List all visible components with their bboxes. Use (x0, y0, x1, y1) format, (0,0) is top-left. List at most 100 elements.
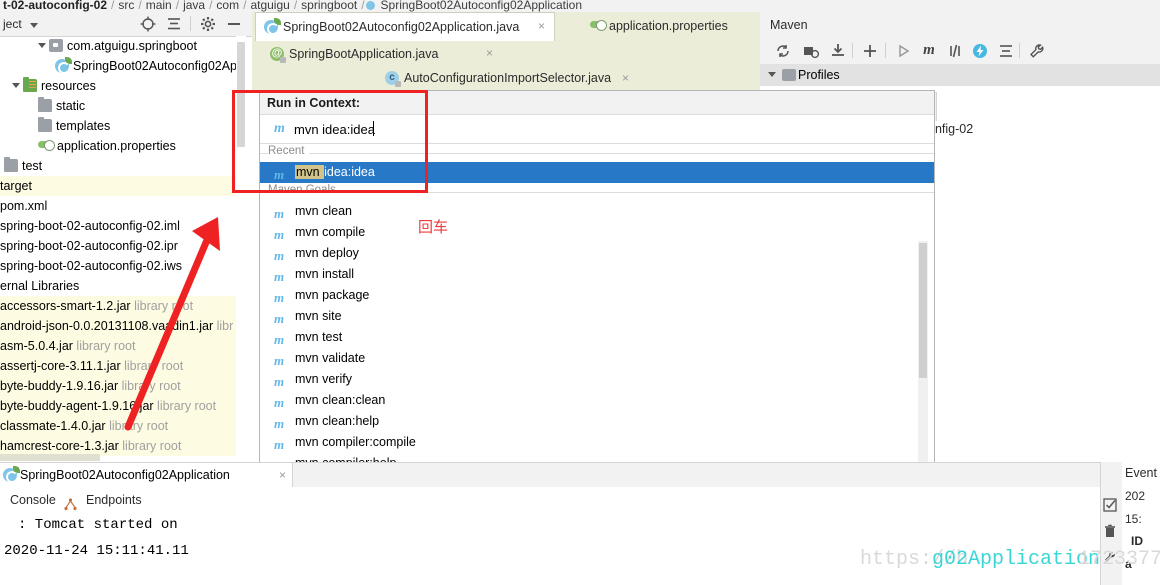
tree-item[interactable]: spring-boot-02-autoconfig-02.iml (0, 216, 236, 236)
breadcrumb-item-3[interactable]: java (180, 0, 208, 11)
collapse-all-icon[interactable] (997, 42, 1015, 60)
popup-goal-item[interactable]: m mvn clean:clean (260, 390, 934, 411)
tree-item[interactable]: target (0, 176, 236, 196)
reimport-icon[interactable] (774, 42, 792, 60)
breadcrumb-item-5[interactable]: atguigu (247, 0, 292, 11)
run-tabbar: SpringBoot02Autoconfig02Application × (0, 463, 1100, 488)
popup-goal-item[interactable]: m mvn validate (260, 348, 934, 369)
breadcrumb-sep: / (361, 0, 365, 12)
add-icon[interactable] (861, 42, 879, 60)
tree-item[interactable]: asm-5.0.4.jar library root (0, 336, 236, 356)
tab-application-properties[interactable]: application.properties × (582, 12, 777, 41)
breadcrumb-item-4[interactable]: com (213, 0, 242, 11)
popup-goal-item[interactable]: m mvn site (260, 306, 934, 327)
tree-item[interactable]: assertj-core-3.11.1.jar library root (0, 356, 236, 376)
tree-item[interactable]: accessors-smart-1.2.jar library root (0, 296, 236, 316)
maven-profiles-node[interactable]: Profiles (760, 64, 1160, 86)
popup-goal-item[interactable]: m mvn package (260, 285, 934, 306)
popup-section-label: Maven Goals (268, 184, 341, 196)
popup-item-label: mvn clean:help (295, 414, 380, 428)
popup-item-label: mvn install (295, 267, 355, 281)
tree-item[interactable]: resources (0, 76, 236, 96)
breadcrumb-item-7[interactable]: SpringBoot02Autoconfig02Application (378, 0, 585, 11)
maven-icon: m (274, 269, 285, 284)
popup-goal-item[interactable]: m mvn clean:help (260, 411, 934, 432)
popup-goal-item[interactable]: m mvn compile (260, 222, 934, 243)
maven-icon: m (274, 167, 285, 182)
gear-icon[interactable] (200, 16, 216, 32)
project-panel-title[interactable]: ject (3, 17, 22, 31)
tree-item[interactable]: byte-buddy-agent-1.9.16.jar library root (0, 396, 236, 416)
tree-item-label: classmate-1.4.0.jar (0, 419, 106, 433)
locate-icon[interactable] (140, 16, 156, 32)
download-sources-icon[interactable] (829, 42, 847, 60)
skip-tests-icon[interactable] (946, 42, 964, 60)
execute-goal-icon[interactable] (971, 42, 989, 60)
popup-goal-item[interactable]: m mvn clean (260, 201, 934, 222)
chevron-down-icon[interactable] (38, 43, 46, 48)
trash-icon[interactable] (1103, 524, 1117, 538)
generate-sources-icon[interactable] (802, 42, 820, 60)
package-icon (49, 39, 63, 52)
popup-goal-item[interactable]: m mvn install (260, 264, 934, 285)
project-tree-hscrollbar-thumb[interactable] (0, 454, 100, 461)
tree-item[interactable]: android-json-0.0.20131108.vaadin1.jar li… (0, 316, 236, 336)
popup-scrollbar-thumb[interactable] (919, 243, 927, 378)
tree-item[interactable]: classmate-1.4.0.jar library root (0, 416, 236, 436)
chevron-down-icon[interactable] (768, 72, 776, 77)
close-icon[interactable]: × (279, 469, 286, 481)
close-icon[interactable]: × (536, 20, 547, 32)
close-icon[interactable]: × (484, 47, 495, 59)
popup-recent-item[interactable]: m mvn idea:idea (260, 162, 934, 183)
annotation-enter-note: 回车 (418, 218, 449, 236)
popup-goal-item[interactable]: m mvn verify (260, 369, 934, 390)
popup-goal-item[interactable]: m mvn compiler:compile (260, 432, 934, 453)
breadcrumb-item-0[interactable]: t-02-autoconfig-02 (0, 0, 110, 11)
tree-item-sublabel: library root (118, 439, 182, 453)
tree-item[interactable]: com.atguigu.springboot (0, 36, 236, 56)
tree-item[interactable]: pom.xml (0, 196, 236, 216)
tree-item[interactable]: test (0, 156, 236, 176)
popup-goal-item[interactable]: m mvn deploy (260, 243, 934, 264)
minimize-icon[interactable] (228, 23, 240, 25)
tree-item[interactable]: spring-boot-02-autoconfig-02.ipr (0, 236, 236, 256)
annotation-icon (270, 45, 286, 63)
run-tab-springboot02autoconfig02application[interactable]: SpringBoot02Autoconfig02Application × (0, 463, 293, 487)
chevron-down-icon[interactable] (12, 83, 20, 88)
breadcrumb-item-1[interactable]: src (115, 0, 137, 11)
popup-goal-item[interactable]: m mvn test (260, 327, 934, 348)
console-line: : Tomcat started on (18, 517, 178, 533)
tab-springboot02autoconfig02application[interactable]: SpringBoot02Autoconfig02Application.java… (255, 12, 555, 41)
tree-item-sublabel: library root (72, 339, 136, 353)
tree-item[interactable]: spring-boot-02-autoconfig-02.iws (0, 256, 236, 276)
breadcrumb-item-2[interactable]: main (143, 0, 175, 11)
tree-item[interactable]: static (0, 96, 236, 116)
maven-header: Maven (760, 12, 1160, 39)
popup-item-label: mvn idea:idea (295, 165, 375, 179)
tab-endpoints[interactable]: Endpoints (64, 487, 148, 513)
tab-springbootapplication[interactable]: SpringBootApplication.java × (262, 41, 502, 67)
project-tree-scrollbar-thumb[interactable] (237, 42, 245, 147)
collapse-all-icon[interactable] (166, 16, 182, 32)
maven-icon[interactable]: m (920, 39, 938, 58)
tree-item-label: target (0, 179, 32, 193)
tree-item[interactable]: hamcrest-core-1.3.jar library root (0, 436, 236, 456)
tab-console[interactable]: Console (4, 487, 62, 515)
tree-item-label: spring-boot-02-autoconfig-02.iml (0, 219, 180, 233)
breadcrumb-item-6[interactable]: springboot (298, 0, 360, 11)
tree-item[interactable]: SpringBoot02Autoconfig02Ap (0, 56, 236, 76)
tree-item[interactable]: ernal Libraries (0, 276, 236, 296)
tree-item[interactable]: byte-buddy-1.9.16.jar library root (0, 376, 236, 396)
settings-wrench-icon[interactable] (1028, 42, 1046, 60)
tree-item[interactable]: application.properties (0, 136, 236, 156)
maven-icon: m (274, 332, 285, 347)
run-command-input[interactable]: m mvn idea:idea (260, 115, 934, 144)
close-icon[interactable]: × (620, 72, 631, 84)
project-tree[interactable]: com.atguigu.springboot SpringBoot02Autoco… (0, 36, 236, 462)
chevron-down-icon[interactable] (30, 23, 38, 28)
tab-label: AutoConfigurationImportSelector.java (404, 71, 612, 85)
maven-icon: m (274, 416, 285, 431)
mark-read-icon[interactable] (1103, 498, 1117, 512)
tree-item[interactable]: templates (0, 116, 236, 136)
tab-autoconfigurationimportselector[interactable]: AutoConfigurationImportSelector.java × (377, 67, 629, 90)
